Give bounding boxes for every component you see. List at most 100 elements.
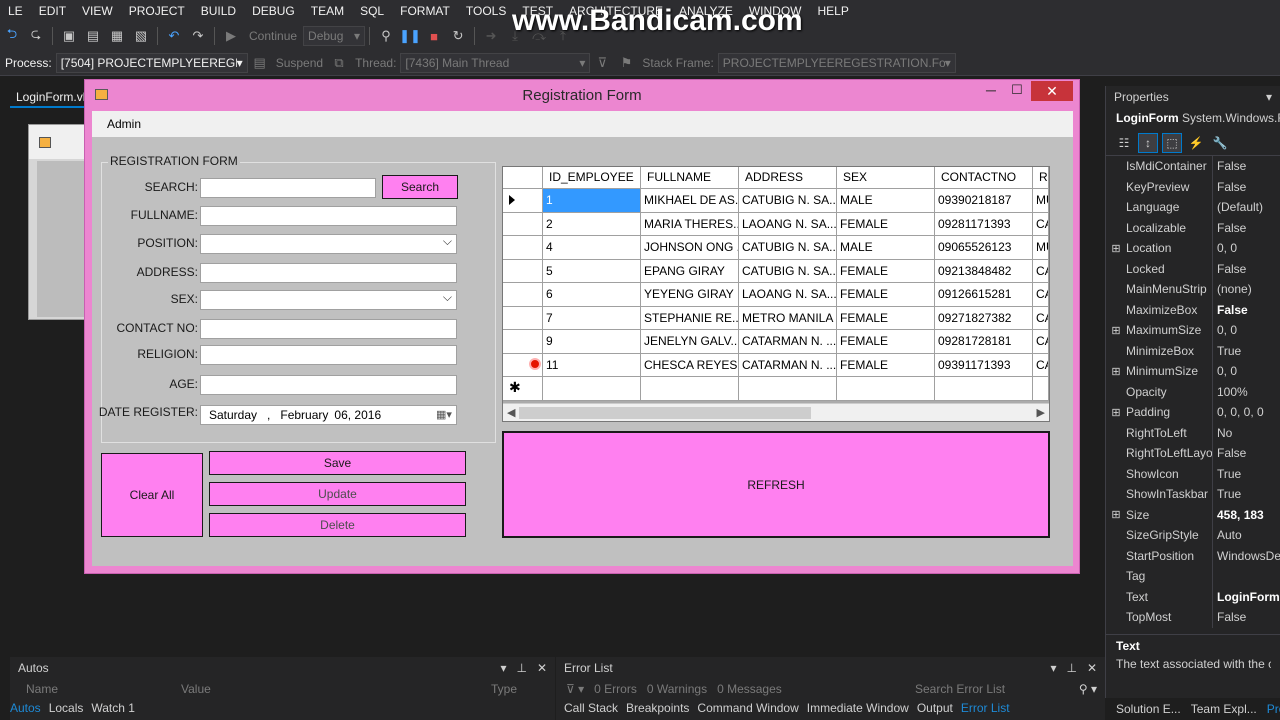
- tab-output[interactable]: Output: [917, 701, 953, 715]
- grid-cell[interactable]: FEMALE: [837, 306, 935, 330]
- table-row[interactable]: 6 YEYENG GIRAY LAOANG N. SA... FEMALE 091266…: [503, 283, 1049, 307]
- grid-cell[interactable]: 5: [543, 259, 641, 283]
- save-all-icon[interactable]: ▧: [132, 27, 150, 45]
- grid-cell[interactable]: CATARMAN N. ...: [739, 330, 837, 354]
- pin-icon[interactable]: ⊥: [516, 661, 526, 675]
- messages-filter-button[interactable]: 0 Messages: [717, 682, 782, 696]
- property-row[interactable]: ⊞ Padding 0, 0, 0, 0: [1106, 402, 1280, 423]
- grid-cell[interactable]: CA: [1033, 353, 1049, 377]
- property-value[interactable]: 0, 0, 0, 0: [1212, 402, 1280, 423]
- grid-column-header[interactable]: FULLNAME: [641, 167, 739, 189]
- restart-icon[interactable]: ↻: [449, 27, 467, 45]
- grid-cell[interactable]: MALE: [837, 189, 935, 213]
- grid-cell[interactable]: STEPHANIE RE...: [641, 306, 739, 330]
- errors-filter-button[interactable]: 0 Errors: [594, 682, 637, 696]
- lifecycle-icon[interactable]: ▤: [251, 54, 269, 72]
- property-value[interactable]: 0, 0: [1212, 238, 1280, 259]
- grid-horizontal-scrollbar[interactable]: ◀ ▶: [503, 403, 1049, 421]
- grid-cell[interactable]: MIKHAEL DE AS...: [641, 189, 739, 213]
- grid-cell[interactable]: LAOANG N. SA...: [739, 212, 837, 236]
- show-next-statement-icon[interactable]: ➜: [482, 27, 500, 45]
- alphabetical-icon[interactable]: ↕: [1138, 132, 1158, 153]
- tab-command-window[interactable]: Command Window: [697, 701, 798, 715]
- maximize-icon[interactable]: ☐: [1009, 82, 1025, 102]
- property-row[interactable]: ⊞ Location 0, 0: [1106, 238, 1280, 259]
- grid-cell[interactable]: CATUBIG N. SA...: [739, 259, 837, 283]
- property-value[interactable]: [1212, 566, 1280, 587]
- property-row[interactable]: ⊞ Size 458, 183: [1106, 504, 1280, 525]
- continue-icon[interactable]: ▶: [222, 27, 240, 45]
- property-value[interactable]: 0, 0: [1212, 320, 1280, 341]
- stack-frame-combo[interactable]: PROJECTEMPLYEEREGESTRATION.Form1.▾: [717, 52, 956, 73]
- grid-cell[interactable]: 6: [543, 283, 641, 307]
- grid-cell[interactable]: 1: [543, 189, 641, 213]
- property-value[interactable]: False: [1212, 299, 1280, 320]
- menu-build[interactable]: BUILD: [193, 4, 244, 18]
- grid-cell[interactable]: MARIA THERES...: [641, 212, 739, 236]
- property-value[interactable]: WindowsDef: [1212, 545, 1280, 566]
- property-value[interactable]: 0, 0: [1212, 361, 1280, 382]
- designer-form-preview[interactable]: [28, 124, 90, 320]
- property-row[interactable]: MaximizeBox False: [1106, 299, 1280, 320]
- row-header[interactable]: [503, 306, 543, 330]
- grid-cell[interactable]: 09391171393: [935, 353, 1033, 377]
- row-header[interactable]: ✱: [503, 377, 543, 401]
- grid-column-header[interactable]: R: [1033, 167, 1049, 189]
- grid-cell[interactable]: CHESCA REYES: [641, 353, 739, 377]
- contact-input[interactable]: [200, 319, 457, 339]
- religion-input[interactable]: [200, 345, 457, 365]
- close-icon[interactable]: ✕: [537, 661, 547, 675]
- row-header[interactable]: [503, 330, 543, 354]
- expand-icon[interactable]: ⊞: [1106, 365, 1126, 378]
- property-value[interactable]: 458, 183: [1212, 504, 1280, 525]
- grid-cell[interactable]: CATARMAN N. ...: [739, 353, 837, 377]
- tab-watch-1[interactable]: Watch 1: [91, 701, 135, 715]
- menu-help[interactable]: HELP: [810, 4, 857, 18]
- undo-icon[interactable]: ↶: [165, 27, 183, 45]
- grid-cell[interactable]: [935, 377, 1033, 401]
- document-tab-loginform[interactable]: LoginForm.vb: [10, 86, 90, 108]
- grid-cell[interactable]: FEMALE: [837, 259, 935, 283]
- grid-cell[interactable]: [837, 377, 935, 401]
- position-select[interactable]: [200, 234, 457, 254]
- events-icon[interactable]: ⚡: [1186, 133, 1206, 153]
- delete-button[interactable]: Delete: [209, 513, 466, 537]
- grid-cell[interactable]: METRO MANILA: [739, 306, 837, 330]
- menu-format[interactable]: FORMAT: [392, 4, 458, 18]
- grid-cell[interactable]: MALE: [837, 236, 935, 260]
- search-input[interactable]: [200, 178, 376, 198]
- calendar-icon[interactable]: ▦▾: [436, 408, 452, 422]
- property-row[interactable]: Localizable False: [1106, 217, 1280, 238]
- employee-datagrid[interactable]: ID_EMPLOYEE FULLNAME ADDRESS SEX CONTACTNO R …: [502, 166, 1050, 422]
- date-picker[interactable]: Saturday , February 06, 2016 ▦▾: [200, 405, 457, 425]
- property-value[interactable]: 100%: [1212, 381, 1280, 402]
- address-input[interactable]: [200, 263, 457, 283]
- grid-cell[interactable]: [543, 377, 641, 401]
- grid-cell[interactable]: 11: [543, 353, 641, 377]
- open-file-icon[interactable]: ▤: [84, 27, 102, 45]
- property-row[interactable]: MinimizeBox True: [1106, 340, 1280, 361]
- suspend-button[interactable]: Suspend: [276, 56, 323, 70]
- autos-column-name[interactable]: Name: [26, 682, 181, 696]
- grid-cell[interactable]: CATUBIG N. SA...: [739, 189, 837, 213]
- grid-cell[interactable]: CA: [1033, 330, 1049, 354]
- row-header[interactable]: [503, 353, 543, 377]
- expand-icon[interactable]: ⊞: [1106, 242, 1126, 255]
- grid-cell[interactable]: JENELYN GALV...: [641, 330, 739, 354]
- grid-cell[interactable]: 2: [543, 212, 641, 236]
- fullname-input[interactable]: [200, 206, 457, 226]
- tab-properties[interactable]: Pro: [1267, 702, 1280, 716]
- tab-solution-explorer[interactable]: Solution E...: [1116, 702, 1181, 716]
- grid-cell[interactable]: CA: [1033, 283, 1049, 307]
- property-row[interactable]: IsMdiContainer False: [1106, 156, 1280, 177]
- refresh-button[interactable]: REFRESH: [502, 431, 1050, 538]
- property-row[interactable]: Opacity 100%: [1106, 381, 1280, 402]
- save-button[interactable]: Save: [209, 451, 466, 475]
- scroll-left-icon[interactable]: ◀: [507, 406, 515, 419]
- search-button[interactable]: Search: [382, 175, 458, 199]
- property-value[interactable]: False: [1212, 156, 1280, 177]
- property-row[interactable]: ⊞ MinimumSize 0, 0: [1106, 361, 1280, 382]
- table-row[interactable]: 11 CHESCA REYES CATARMAN N. ... FEMALE 09391…: [503, 353, 1049, 377]
- tab-immediate-window[interactable]: Immediate Window: [807, 701, 909, 715]
- grid-cell[interactable]: 09126615281: [935, 283, 1033, 307]
